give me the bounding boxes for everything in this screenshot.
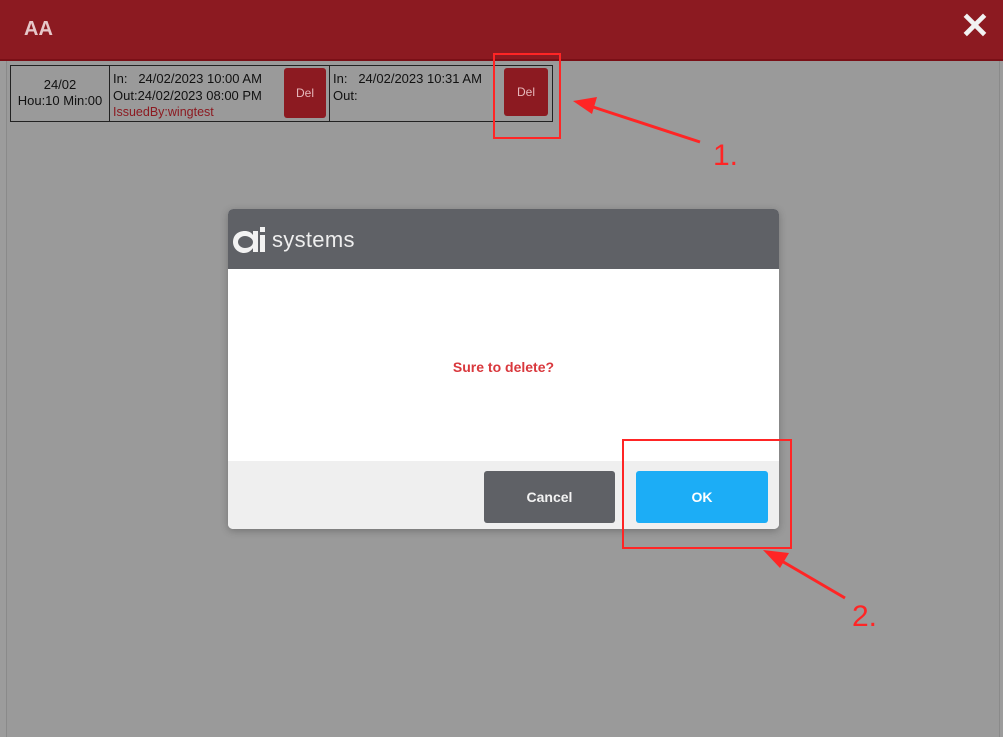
entry2-in: In: 24/02/2023 10:31 AM [333,71,482,86]
window-titlebar: AA ✕ [0,0,1003,61]
entry1-out: Out:24/02/2023 08:00 PM [113,88,262,103]
annotation-step-2: 2. [852,600,878,633]
record-row: 24/02 Hou:10 Min:00 In: 24/02/2023 10:00… [10,65,553,122]
cancel-button[interactable]: Cancel [484,471,615,523]
brand-name: systems [272,227,355,252]
dialog-message: Sure to delete? [452,359,555,375]
annotation-box-2 [622,439,792,549]
delete-button-1[interactable]: Del [284,68,326,118]
entry-cell-1: In: 24/02/2023 10:00 AM Out:24/02/2023 0… [110,66,330,121]
record-date: 24/02 [43,77,77,92]
annotation-step-1: 1. [713,139,739,172]
date-cell: 24/02 Hou:10 Min:00 [11,66,110,121]
entry1-in: In: 24/02/2023 10:00 AM [113,71,262,86]
entry2-out: Out: [333,88,358,103]
annotation-box-1 [493,53,561,139]
dialog-header: systems [228,209,779,269]
brand-logo: systems [232,225,355,255]
close-icon[interactable]: ✕ [957,8,993,44]
entry1-issued-by: IssuedBy:wingtest [113,105,214,119]
ai-logo-icon [233,227,265,253]
window-title: AA [24,18,53,40]
record-duration: Hou:10 Min:00 [17,93,103,108]
dialog-body: Sure to delete? [228,269,779,461]
